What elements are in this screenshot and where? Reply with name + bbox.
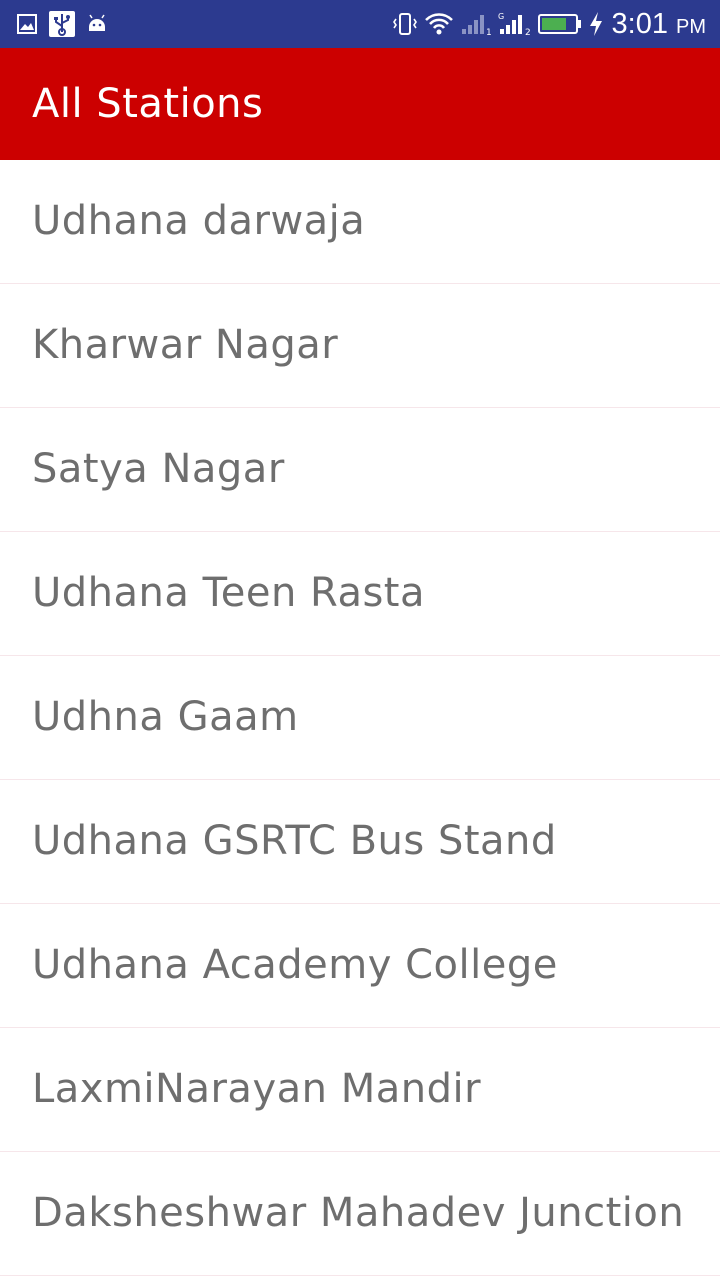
android-icon xyxy=(86,13,108,35)
station-name: Udhana GSRTC Bus Stand xyxy=(32,818,557,864)
app-bar: All Stations xyxy=(0,48,720,160)
station-name: LaxmiNarayan Mandir xyxy=(32,1066,482,1112)
station-name: Satya Nagar xyxy=(32,446,285,492)
signal-sim2-icon: G 2 xyxy=(498,11,532,37)
notification-icons xyxy=(16,8,108,40)
station-name: Udhana Academy College xyxy=(32,942,558,988)
station-name: Udhana Teen Rasta xyxy=(32,570,425,616)
clock-ampm: PM xyxy=(676,15,706,38)
wifi-icon xyxy=(424,11,454,37)
clock-time: 3:01 xyxy=(611,7,668,40)
usb-icon xyxy=(48,10,76,38)
list-item-satya-nagar[interactable]: Satya Nagar xyxy=(0,408,720,532)
list-item-udhna-gaam[interactable]: Udhna Gaam xyxy=(0,656,720,780)
status-bar: 1 G 2 3:01 PM xyxy=(0,0,720,48)
station-list: Udhana darwaja Kharwar Nagar Satya Nagar… xyxy=(0,160,720,1276)
list-item-laxminarayan-mandir[interactable]: LaxmiNarayan Mandir xyxy=(0,1028,720,1152)
vibrate-icon xyxy=(392,11,418,37)
station-name: Kharwar Nagar xyxy=(32,322,339,368)
charging-icon xyxy=(588,11,604,37)
list-item-kharwar-nagar[interactable]: Kharwar Nagar xyxy=(0,284,720,408)
list-item-udhana-gsrtc-bus-stand[interactable]: Udhana GSRTC Bus Stand xyxy=(0,780,720,904)
list-item-udhana-teen-rasta[interactable]: Udhana Teen Rasta xyxy=(0,532,720,656)
svg-text:1: 1 xyxy=(486,28,492,37)
signal-sim1-icon: 1 xyxy=(460,11,492,37)
list-item-udhana-academy-college[interactable]: Udhana Academy College xyxy=(0,904,720,1028)
station-name: Udhana darwaja xyxy=(32,198,366,244)
system-icons: 1 G 2 3:01 PM xyxy=(392,0,706,48)
station-name: Daksheshwar Mahadev Junction xyxy=(32,1190,685,1236)
svg-text:2: 2 xyxy=(525,28,531,37)
page-title: All Stations xyxy=(32,81,264,127)
gallery-icon xyxy=(16,13,38,35)
battery-icon xyxy=(537,12,582,36)
list-item-daksheshwar-mahadev-junction[interactable]: Daksheshwar Mahadev Junction xyxy=(0,1152,720,1276)
station-name: Udhna Gaam xyxy=(32,694,299,740)
svg-text:G: G xyxy=(498,12,504,21)
list-item-udhana-darwaja[interactable]: Udhana darwaja xyxy=(0,160,720,284)
